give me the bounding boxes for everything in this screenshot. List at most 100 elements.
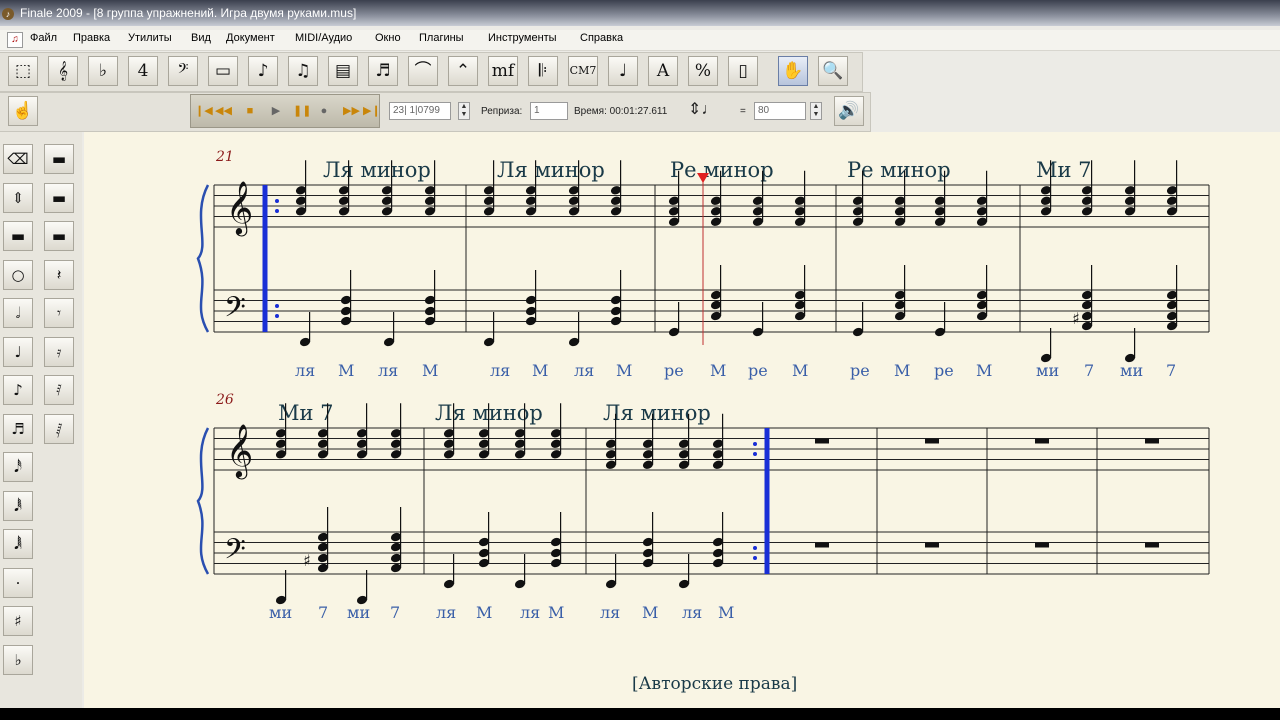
half-note-icon[interactable]: 𝅗𝅥 [3,298,33,328]
document-icon[interactable]: ♫ [7,32,23,48]
tempo-field[interactable]: 80 [754,102,806,120]
text-tool-icon[interactable]: A [648,56,678,86]
smart-shape-tool-icon[interactable]: ⌒ [408,56,438,86]
expression-tool-icon[interactable]: mf [488,56,518,86]
whole-rest [1145,542,1159,548]
menu-utilities[interactable]: Утилиты [128,32,172,44]
counter-spinner[interactable]: ▲ ▼ [458,102,470,120]
sixteenth-rest-icon[interactable]: 𝄿 [44,336,74,367]
menu-help[interactable]: Справка [580,32,623,44]
sixty-fourth-note-icon[interactable]: 𝅘𝅥𝅱 [3,490,33,521]
chord-symbol: Ре минор [670,158,774,182]
measure-counter-field[interactable]: 23| 1|0799 [389,102,451,120]
resize-tool-icon[interactable]: % [688,56,718,86]
measure-tool-icon[interactable]: ▭ [208,56,238,86]
clef-tool-icon[interactable]: 𝄢 [168,56,198,86]
rewind-icon[interactable]: ◀◀ [215,104,232,118]
eighth-rest-icon[interactable]: 𝄾 [44,298,74,328]
lyric-syllable: ми [1036,361,1059,380]
bass-clef: 𝄢 [224,533,246,573]
repeat-dot [275,304,279,308]
lyric-syllable: ми [347,603,370,622]
speedy-entry-tool-icon[interactable]: ♫ [288,56,318,86]
simple-entry-tool-icon[interactable]: ♪ [248,56,278,86]
hand-grabber-tool-icon[interactable]: ✋ [778,56,808,86]
page-layout-tool-icon[interactable]: ▯ [728,56,758,86]
repeat-tool-icon[interactable]: 𝄆 [528,56,558,86]
staff-tool-icon[interactable]: 𝄞 [48,56,78,86]
fast-forward-icon[interactable]: ▶▶ [343,104,360,118]
finale-window: ♪ Finale 2009 - [8 группа упражнений. Иг… [0,0,1280,708]
half-rest-icon[interactable]: ▬ [44,182,74,213]
menu-document[interactable]: Документ [226,32,275,44]
tuplet-tool-icon[interactable]: ♬ [368,56,398,86]
sharp-icon[interactable]: ♯ [3,606,33,636]
pause-icon[interactable]: ❚❚ [293,104,311,118]
menu-window[interactable]: Окно [375,32,401,44]
multirest-icon[interactable]: ▬ [3,221,33,251]
one-twenty-eighth-note-icon[interactable]: 𝅘𝅥𝅲 [3,529,33,559]
copyright-text[interactable]: [Авторские права] [632,674,797,694]
thirty-second-note-icon[interactable]: 𝅘𝅥𝅰 [3,452,33,482]
hand-pointer-icon[interactable]: ☝ [8,96,38,126]
speaker-icon[interactable]: 🔊 [834,96,864,126]
dot-icon[interactable]: · [3,567,33,598]
quarter-rest-icon[interactable]: 𝄽 [44,259,74,290]
time-signature-tool-icon[interactable]: 4 [128,56,158,86]
zoom-tool-icon[interactable]: 🔍 [818,56,848,86]
half-step-icon[interactable]: ⇕ [3,182,33,213]
menu-plugins[interactable]: Плагины [419,32,464,44]
lyric-syllable: 7 [1166,361,1176,380]
forward-to-end-icon[interactable]: ▶❙ [363,104,381,118]
whole-rest-icon[interactable]: ▬ [44,144,74,174]
main-tool-palette: ⬚ 𝄞 ♭ 4 𝄢 ▭ ♪ ♫ ▤ ♬ ⌒ ⌃ mf 𝄆 CM7 ♩ A% ▯ ✋ 🔍 [0,52,863,92]
menu-tools[interactable]: Инструменты [488,32,557,44]
menu-edit[interactable]: Правка [73,32,110,44]
score-canvas[interactable]: 𝄞𝄢21Ля минор Ля минор Ре минор Ре минор Ми 7… [84,132,1280,708]
lyric-syllable: М [792,361,808,380]
selection-tool-icon[interactable]: ⬚ [8,56,38,86]
lyric-syllable: М [476,603,492,622]
repeat-select[interactable]: 1 [530,102,568,120]
quarter-note-icon[interactable]: ♩ [3,336,33,367]
lyric-syllable: М [548,603,564,622]
lyric-syllable: М [710,361,726,380]
sixty-fourth-rest-icon[interactable]: 𝅁 [44,413,74,444]
sixteenth-note-icon[interactable]: ♬ [3,413,33,444]
lyrics-tool-icon[interactable]: ♩ [608,56,638,86]
menu-midi-audio[interactable]: MIDI/Аудио [295,32,352,44]
whole-rest [815,438,829,444]
grand-staff-brace [196,184,210,333]
menu-file[interactable]: Файл [30,32,57,44]
chord-tool-icon[interactable]: CM7 [568,56,598,86]
lyric-syllable: ля [436,603,456,622]
lyric-syllable: М [338,361,354,380]
key-signature-tool-icon[interactable]: ♭ [88,56,118,86]
window-title: Finale 2009 - [8 группа упражнений. Игра… [20,6,357,20]
treble-clef: 𝄞 [226,423,253,479]
record-icon[interactable]: ● [317,104,331,118]
articulation-tool-icon[interactable]: ⌃ [448,56,478,86]
thirty-second-rest-icon[interactable]: 𝅀 [44,375,74,405]
eighth-note-icon[interactable]: ♪ [3,375,33,405]
whole-rest [925,542,939,548]
repeat-dot [753,546,757,550]
time-display: Время: 00:01:27.611 [574,106,668,117]
lyric-syllable: 7 [1084,361,1094,380]
lyric-syllable: ля [520,603,540,622]
tempo-spinner-icon[interactable]: ⇕♩ [688,99,717,119]
eraser-icon[interactable]: ⌫ [3,144,33,174]
rewind-to-start-icon[interactable]: ❙◀ [195,104,213,118]
menu-view[interactable]: Вид [191,32,211,44]
lyric-syllable: М [976,361,992,380]
playback-controls: ❙◀ ◀◀ ■ ▶ ❚❚ ● ▶▶ ▶❙ [190,94,381,128]
tempo-spinner[interactable]: ▲ ▼ [810,102,822,120]
play-icon[interactable]: ▶ [269,104,283,118]
half-rest-alt-icon[interactable]: ▬ [44,221,74,251]
hyperscribe-tool-icon[interactable]: ▤ [328,56,358,86]
stop-icon[interactable]: ■ [243,104,257,118]
lyric-syllable: ми [1120,361,1143,380]
whole-note-icon[interactable]: ○ [3,259,33,290]
flat-icon[interactable]: ♭ [3,644,33,675]
lyric-syllable: ля [682,603,702,622]
